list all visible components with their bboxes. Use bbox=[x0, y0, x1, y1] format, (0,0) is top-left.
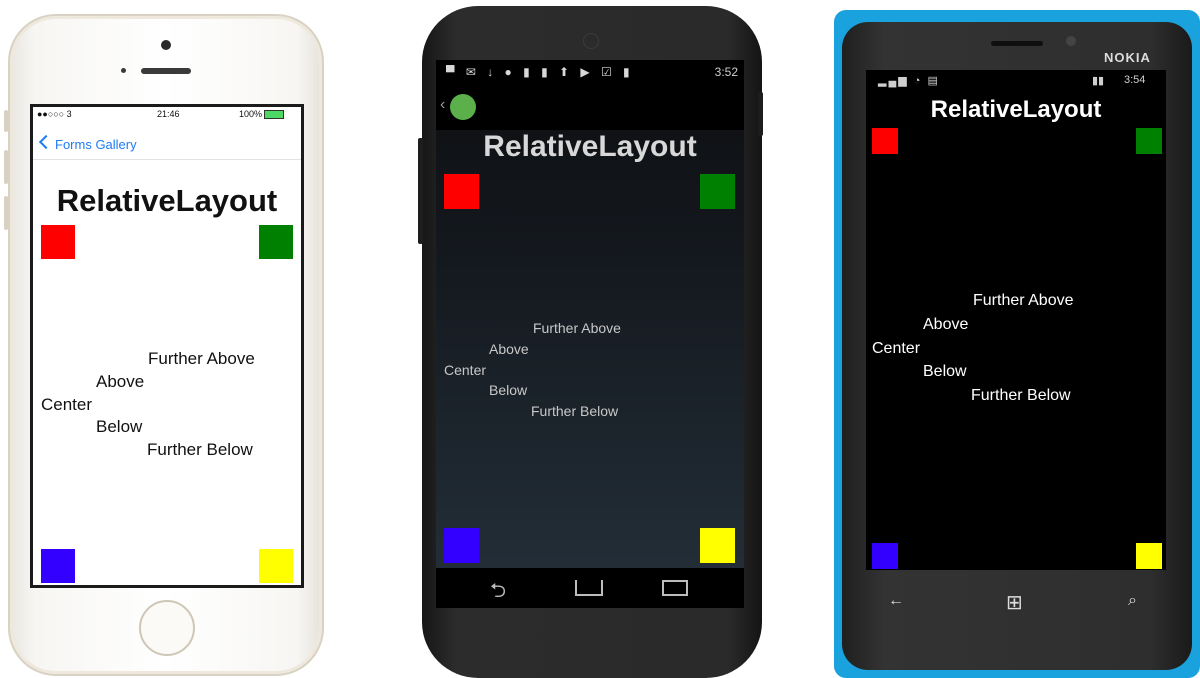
page-title: RelativeLayout bbox=[930, 96, 1102, 123]
android-volume-rocker bbox=[418, 138, 423, 244]
label-further-below: Further Below bbox=[531, 403, 619, 419]
recents-icon[interactable] bbox=[662, 580, 688, 596]
back-button[interactable]: Forms Gallery bbox=[55, 137, 137, 152]
green-box bbox=[1136, 128, 1162, 154]
android-action-bar: ‹ bbox=[436, 84, 744, 130]
green-box bbox=[700, 174, 735, 209]
notification-icons: ▀ ✉ ↓ ● ▮ ▮ ⬆ ▶ ☑ ▮ bbox=[446, 65, 634, 79]
wp-status-bar: ▂▄▆ ◔ ▤ ▮▮ 3:54 bbox=[866, 70, 1166, 90]
blue-box bbox=[41, 549, 75, 583]
iphone-screen: ●●○○○ 3 21:46 100% Forms Gallery Relativ… bbox=[30, 104, 304, 588]
red-box bbox=[444, 174, 479, 209]
iphone-volume-up bbox=[4, 150, 8, 184]
android-app-icon[interactable] bbox=[450, 94, 476, 120]
label-above: Above bbox=[489, 341, 529, 357]
android-navigation-bar: ⮌ bbox=[436, 568, 744, 608]
battery-icon: ▮▮ bbox=[1092, 75, 1105, 87]
iphone-sensor bbox=[121, 68, 126, 73]
up-navigation-icon[interactable]: ‹ bbox=[440, 96, 445, 114]
windows-phone-screen: ▂▄▆ ◔ ▤ ▮▮ 3:54 RelativeLayout Further A… bbox=[866, 70, 1166, 570]
label-center: Center bbox=[444, 362, 487, 378]
label-above: Above bbox=[96, 372, 145, 391]
page-title: RelativeLayout bbox=[56, 183, 278, 218]
label-center: Center bbox=[872, 340, 921, 357]
home-icon[interactable] bbox=[575, 580, 603, 596]
yellow-box bbox=[1136, 543, 1162, 569]
chevron-left-icon[interactable] bbox=[38, 134, 54, 150]
ios-battery-indicator: 100% bbox=[239, 109, 285, 120]
green-box bbox=[259, 225, 293, 259]
ios-clock: 21:46 bbox=[157, 109, 180, 119]
iphone-speaker bbox=[141, 68, 191, 74]
blue-box bbox=[872, 543, 898, 569]
iphone-volume-down bbox=[4, 196, 8, 230]
android-screen: ▀ ✉ ↓ ● ▮ ▮ ⬆ ▶ ☑ ▮ 3:52 ‹ RelativeLayou… bbox=[436, 60, 744, 608]
label-center: Center bbox=[41, 395, 93, 414]
wp-front-camera bbox=[1066, 36, 1076, 46]
android-clock: 3:52 bbox=[714, 65, 738, 79]
label-further-below: Further Below bbox=[971, 387, 1071, 404]
yellow-box bbox=[259, 549, 293, 583]
battery-icon bbox=[264, 110, 285, 120]
android-front-camera bbox=[583, 33, 599, 49]
iphone-home-button[interactable] bbox=[139, 600, 195, 656]
android-status-bar: ▀ ✉ ↓ ● ▮ ▮ ⬆ ▶ ☑ ▮ 3:52 bbox=[436, 60, 744, 84]
ios-status-bar: ●●○○○ 3 21:46 100% bbox=[33, 107, 301, 121]
label-below: Below bbox=[923, 363, 967, 380]
nokia-logo: NOKIA bbox=[1104, 50, 1151, 65]
yellow-box bbox=[700, 528, 735, 563]
search-icon[interactable]: ⌕ bbox=[1128, 592, 1137, 610]
ios-carrier: ●●○○○ 3 bbox=[37, 109, 72, 119]
iphone-mute-switch bbox=[4, 110, 8, 132]
label-further-below: Further Below bbox=[147, 440, 253, 459]
ios-battery-percent: 100% bbox=[239, 109, 263, 119]
back-icon[interactable]: ← bbox=[888, 592, 904, 610]
iphone-camera bbox=[161, 40, 171, 50]
ios-navigation-bar: Forms Gallery bbox=[33, 129, 301, 160]
label-further-above: Further Above bbox=[148, 349, 255, 368]
back-icon[interactable]: ⮌ bbox=[490, 576, 506, 608]
red-box bbox=[872, 128, 898, 154]
label-further-above: Further Above bbox=[973, 292, 1074, 309]
page-title: RelativeLayout bbox=[483, 130, 697, 163]
android-power-button bbox=[758, 92, 763, 136]
label-further-above: Further Above bbox=[533, 320, 621, 336]
windows-start-icon[interactable]: ⊞ bbox=[1006, 590, 1023, 615]
blue-box bbox=[444, 528, 479, 563]
label-above: Above bbox=[923, 316, 969, 333]
wp-clock: 3:54 bbox=[1124, 74, 1146, 86]
wp-speaker bbox=[991, 41, 1043, 46]
label-below: Below bbox=[489, 382, 528, 398]
label-below: Below bbox=[96, 417, 143, 436]
red-box bbox=[41, 225, 75, 259]
signal-icon: ▂▄▆ ◔ ▤ bbox=[878, 75, 940, 87]
